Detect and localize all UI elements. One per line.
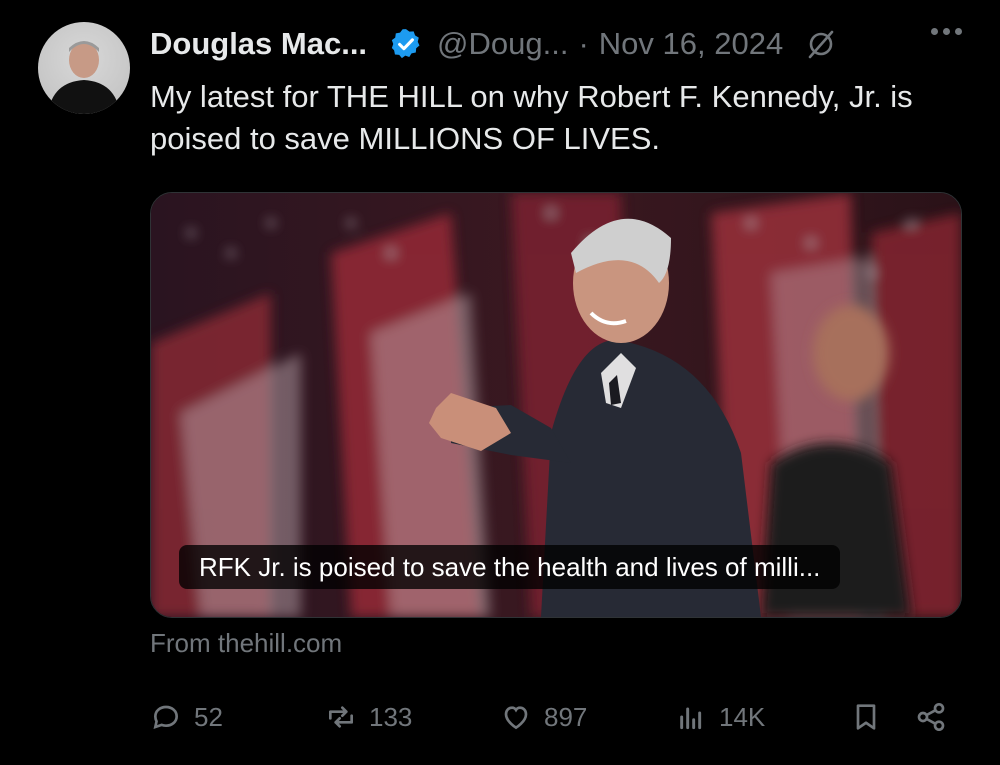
reply-count: 52 <box>194 701 223 732</box>
separator-dot: · <box>578 26 589 61</box>
views-count: 14K <box>719 701 766 732</box>
post-date[interactable]: Nov 16, 2024 <box>599 26 783 62</box>
link-card[interactable]: RFK Jr. is poised to save the health and… <box>150 192 962 618</box>
repost-button[interactable]: 133 <box>325 695 412 739</box>
verified-badge-icon[interactable] <box>389 27 423 61</box>
like-count: 897 <box>544 701 588 732</box>
avatar[interactable] <box>38 22 130 114</box>
link-card-caption: RFK Jr. is poised to save the health and… <box>179 545 841 589</box>
share-icon <box>917 703 945 731</box>
author-handle[interactable]: @Doug... <box>437 26 568 62</box>
repost-icon <box>329 706 353 728</box>
views-icon <box>680 707 702 730</box>
like-button[interactable]: 897 <box>500 695 587 739</box>
post-header: Douglas Mac... @Doug... · Nov 16, 2024 <box>150 22 970 66</box>
reply-icon <box>153 705 179 730</box>
author-name[interactable]: Douglas Mac... <box>150 26 367 62</box>
bookmark-button[interactable] <box>850 695 894 739</box>
link-source[interactable]: From thehill.com <box>150 628 342 659</box>
grok-icon[interactable] <box>805 28 837 60</box>
like-icon <box>504 706 528 730</box>
action-bar: 52 133 897 14K <box>150 695 965 739</box>
reply-button[interactable]: 52 <box>150 695 223 739</box>
repost-count: 133 <box>369 701 413 732</box>
views-button[interactable]: 14K <box>675 695 765 739</box>
bookmark-icon <box>856 704 876 730</box>
post-text: My latest for THE HILL on why Robert F. … <box>150 79 913 156</box>
more-icon[interactable] <box>931 28 962 35</box>
share-button[interactable] <box>915 695 959 739</box>
